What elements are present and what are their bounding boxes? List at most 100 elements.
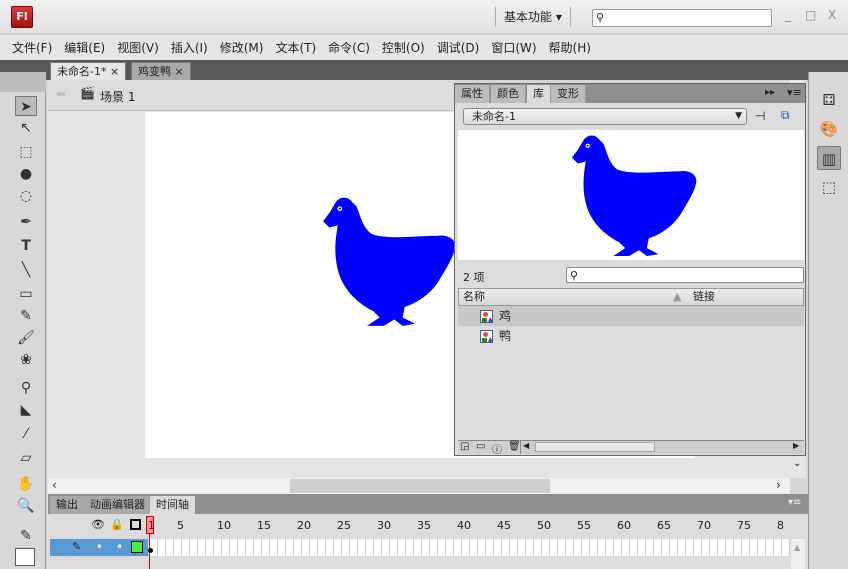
rectangle-tool-icon[interactable]: ▭ — [15, 284, 37, 304]
library-search-input[interactable]: ⚲ — [566, 267, 804, 283]
menu-modify[interactable]: 修改(M) — [220, 39, 264, 56]
paint-bucket-tool-icon[interactable]: ◣ — [15, 400, 37, 420]
panel-menu-icon[interactable]: ▾≡ — [787, 86, 802, 99]
close-button[interactable]: X — [828, 8, 836, 22]
eraser-tool-icon[interactable]: ▱ — [15, 448, 37, 468]
tab-timeline[interactable]: 时间轴 — [150, 496, 196, 514]
line-tool-icon[interactable]: ╲ — [15, 260, 37, 280]
pen-tool-icon[interactable]: ✒ — [15, 212, 37, 232]
column-name[interactable]: 名称 — [463, 289, 485, 305]
hand-tool-icon[interactable]: ✋ — [15, 474, 37, 494]
tab-output[interactable]: 输出 — [50, 496, 85, 514]
back-arrow-icon[interactable]: ⬅ — [56, 87, 66, 101]
deco-tool-icon[interactable]: ❀ — [15, 350, 37, 370]
tab-properties[interactable]: 属性 — [455, 85, 490, 103]
properties-panel-icon[interactable]: ⚃ — [817, 88, 841, 112]
lock-dot[interactable]: • — [116, 540, 123, 554]
timeline-vertical-scrollbar[interactable]: ▲ — [791, 539, 805, 569]
scroll-left-icon[interactable]: ◀ — [523, 441, 529, 450]
document-tab-bar — [0, 60, 848, 80]
new-symbol-icon[interactable]: ◲ — [460, 441, 469, 452]
new-library-panel-icon[interactable]: ⧉ — [781, 108, 790, 123]
maximize-button[interactable]: □ — [805, 8, 816, 22]
sort-icon[interactable]: ▲ — [673, 289, 681, 305]
free-transform-tool-icon[interactable]: ⬚ — [15, 142, 37, 162]
tab-motion-editor[interactable]: 动画编辑器 — [84, 496, 152, 514]
tab-untitled-1[interactable]: 未命名-1* × — [50, 62, 127, 80]
layer-row[interactable]: ✎ • • — [50, 539, 148, 556]
column-linkage[interactable]: 链接 — [693, 289, 715, 305]
eyedropper-tool-icon[interactable]: ⁄ — [15, 424, 37, 444]
stroke-color-icon[interactable]: ✎ — [15, 526, 37, 546]
menu-commands[interactable]: 命令(C) — [328, 39, 370, 56]
new-folder-icon[interactable]: ▭ — [476, 441, 485, 452]
scroll-down-icon[interactable]: ⌄ — [793, 458, 801, 469]
frame-grid[interactable] — [150, 539, 790, 556]
edit-bar: ⬅ 🎬 场景 1 — [48, 80, 454, 111]
menu-window[interactable]: 窗口(W) — [491, 39, 536, 56]
library-item-name: 鸭 — [499, 329, 512, 343]
outline-icon[interactable] — [130, 519, 141, 530]
scene-icon: 🎬 — [80, 86, 95, 100]
toolbar-header — [0, 72, 46, 92]
scroll-right-icon[interactable]: › — [776, 478, 781, 492]
zoom-tool-icon[interactable]: 🔍 — [15, 496, 37, 516]
graphic-symbol-icon: ▲ — [480, 330, 493, 343]
library-horizontal-scrollbar[interactable]: ◀ ▶ — [520, 441, 802, 454]
chicken-shape[interactable] — [320, 194, 458, 330]
workspace-switcher[interactable]: 基本功能 ▾ — [495, 7, 571, 27]
symbol-preview — [458, 130, 804, 260]
menu-insert[interactable]: 插入(I) — [171, 39, 208, 56]
library-panel-icon[interactable]: ▥ — [817, 146, 841, 170]
tab-transform[interactable]: 变形 — [551, 85, 586, 103]
pencil-tool-icon[interactable]: ✎ — [15, 306, 37, 326]
library-document-select[interactable]: 未命名-1 ▼ — [463, 108, 747, 125]
properties-icon[interactable]: ⓘ — [492, 441, 502, 456]
tab-label: 未命名-1* — [57, 65, 107, 78]
fill-color-swatch[interactable] — [15, 548, 35, 566]
tab-color[interactable]: 颜色 — [491, 85, 526, 103]
tab-library[interactable]: 库 — [527, 85, 551, 103]
tab-chicken-to-duck[interactable]: 鸡变鸭 × — [131, 62, 191, 80]
menu-view[interactable]: 视图(V) — [117, 39, 159, 56]
menu-edit[interactable]: 编辑(E) — [64, 39, 105, 56]
layer-color-swatch[interactable] — [131, 541, 143, 553]
subselection-tool-icon[interactable]: ↖ — [15, 118, 37, 138]
keyframe[interactable] — [148, 548, 153, 553]
library-item[interactable]: ▲ 鸭 — [458, 326, 804, 346]
menu-debug[interactable]: 调试(D) — [437, 39, 480, 56]
scroll-right-icon[interactable]: ▶ — [793, 441, 799, 450]
minimize-button[interactable]: _ — [785, 8, 791, 22]
lock-icon[interactable]: 🔒 — [110, 518, 124, 531]
library-item[interactable]: ▲ 鸡 — [458, 306, 804, 326]
tools-panel: ➤ ↖ ⬚ ● ◌ ✒ T ╲ ▭ ✎ 🖌 ❀ ⚲ ◣ ⁄ ▱ ✋ 🔍 ✎ — [0, 72, 46, 569]
delete-icon[interactable]: 🗑 — [508, 441, 521, 452]
library-document-label: 未命名-1 — [472, 110, 516, 123]
transform-panel-icon[interactable]: ⬚ — [817, 175, 841, 199]
menu-control[interactable]: 控制(O) — [382, 39, 425, 56]
collapse-icon[interactable]: ▸▸ — [765, 87, 775, 98]
brush-tool-icon[interactable]: 🖌 — [15, 328, 37, 348]
menu-file[interactable]: 文件(F) — [12, 39, 52, 56]
horizontal-scroll-thumb[interactable] — [290, 479, 550, 493]
color-palette-icon[interactable]: 🎨 — [817, 117, 841, 141]
close-icon[interactable]: × — [175, 65, 184, 78]
pin-icon[interactable]: ⊣ — [755, 109, 765, 123]
menu-help[interactable]: 帮助(H) — [549, 39, 591, 56]
selection-tool-icon[interactable]: ➤ — [15, 96, 37, 116]
bone-tool-icon[interactable]: ⚲ — [15, 378, 37, 398]
visibility-dot[interactable]: • — [96, 540, 103, 554]
scroll-left-icon[interactable]: ‹ — [52, 478, 57, 492]
panel-menu-icon[interactable]: ▾≡ — [788, 497, 801, 508]
item-count: 2 项 — [463, 271, 485, 284]
3d-rotation-tool-icon[interactable]: ● — [15, 164, 37, 184]
eye-icon[interactable]: 👁 — [91, 518, 105, 531]
lasso-tool-icon[interactable]: ◌ — [15, 186, 37, 206]
close-icon[interactable]: × — [110, 65, 119, 78]
text-tool-icon[interactable]: T — [15, 236, 37, 256]
help-search-input[interactable]: ⚲ — [592, 9, 772, 27]
frame-number: 20 — [297, 519, 311, 532]
title-bar: Fl 基本功能 ▾ ⚲ _ □ X — [0, 0, 848, 34]
scroll-thumb[interactable] — [535, 442, 655, 452]
menu-text[interactable]: 文本(T) — [275, 39, 316, 56]
